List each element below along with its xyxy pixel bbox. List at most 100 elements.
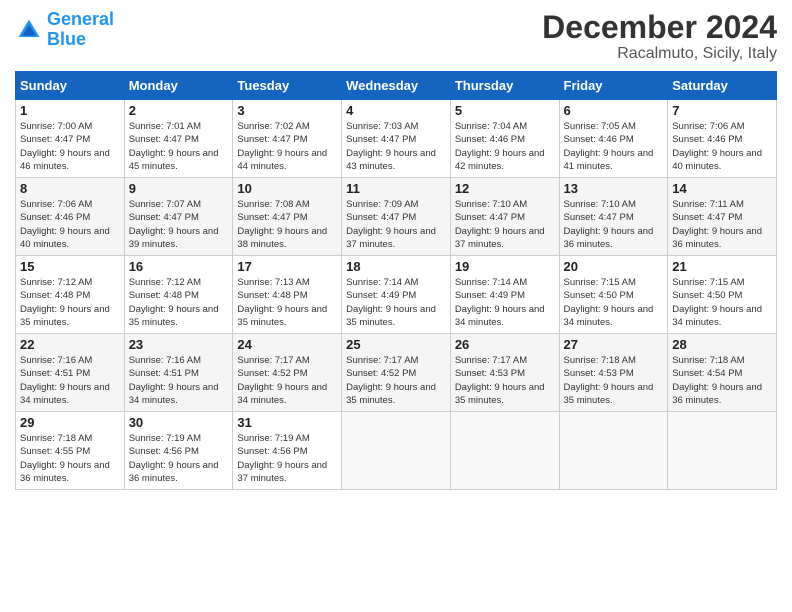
day-info: Sunrise: 7:11 AMSunset: 4:47 PMDaylight:… xyxy=(672,198,772,251)
day-number: 25 xyxy=(346,337,446,352)
calendar-header-row: SundayMondayTuesdayWednesdayThursdayFrid… xyxy=(16,72,777,100)
page-header: General Blue December 2024 Racalmuto, Si… xyxy=(15,10,777,63)
calendar-cell xyxy=(559,412,668,490)
col-header-wednesday: Wednesday xyxy=(342,72,451,100)
calendar-cell: 26 Sunrise: 7:17 AMSunset: 4:53 PMDayligh… xyxy=(450,334,559,412)
calendar-cell: 20 Sunrise: 7:15 AMSunset: 4:50 PMDayligh… xyxy=(559,256,668,334)
day-info: Sunrise: 7:07 AMSunset: 4:47 PMDaylight:… xyxy=(129,198,229,251)
day-number: 2 xyxy=(129,103,229,118)
calendar-cell xyxy=(342,412,451,490)
col-header-tuesday: Tuesday xyxy=(233,72,342,100)
day-info: Sunrise: 7:00 AMSunset: 4:47 PMDaylight:… xyxy=(20,120,120,173)
day-number: 15 xyxy=(20,259,120,274)
calendar-cell: 5 Sunrise: 7:04 AMSunset: 4:46 PMDaylight… xyxy=(450,100,559,178)
calendar-cell: 12Sunrise: 7:10 AMSunset: 4:47 PMDayligh… xyxy=(450,178,559,256)
col-header-saturday: Saturday xyxy=(668,72,777,100)
day-number: 23 xyxy=(129,337,229,352)
logo-text: General Blue xyxy=(47,10,114,50)
day-info: Sunrise: 7:18 AMSunset: 4:53 PMDaylight:… xyxy=(564,354,664,407)
day-info: Sunrise: 7:18 AMSunset: 4:55 PMDaylight:… xyxy=(20,432,120,485)
day-info: Sunrise: 7:17 AMSunset: 4:52 PMDaylight:… xyxy=(237,354,337,407)
location-title: Racalmuto, Sicily, Italy xyxy=(542,45,777,63)
calendar-table: SundayMondayTuesdayWednesdayThursdayFrid… xyxy=(15,71,777,490)
calendar-cell: 27 Sunrise: 7:18 AMSunset: 4:53 PMDayligh… xyxy=(559,334,668,412)
calendar-cell: 19Sunrise: 7:14 AMSunset: 4:49 PMDayligh… xyxy=(450,256,559,334)
day-number: 6 xyxy=(564,103,664,118)
day-info: Sunrise: 7:14 AMSunset: 4:49 PMDaylight:… xyxy=(455,276,555,329)
day-number: 28 xyxy=(672,337,772,352)
calendar-cell: 17 Sunrise: 7:13 AMSunset: 4:48 PMDayligh… xyxy=(233,256,342,334)
day-number: 31 xyxy=(237,415,337,430)
day-info: Sunrise: 7:18 AMSunset: 4:54 PMDaylight:… xyxy=(672,354,772,407)
calendar-cell: 14Sunrise: 7:11 AMSunset: 4:47 PMDayligh… xyxy=(668,178,777,256)
calendar-cell: 1 Sunrise: 7:00 AMSunset: 4:47 PMDaylight… xyxy=(16,100,125,178)
day-number: 29 xyxy=(20,415,120,430)
day-number: 24 xyxy=(237,337,337,352)
day-number: 10 xyxy=(237,181,337,196)
day-info: Sunrise: 7:16 AMSunset: 4:51 PMDaylight:… xyxy=(129,354,229,407)
day-info: Sunrise: 7:15 AMSunset: 4:50 PMDaylight:… xyxy=(564,276,664,329)
calendar-cell: 18Sunrise: 7:14 AMSunset: 4:49 PMDayligh… xyxy=(342,256,451,334)
calendar-cell: 22Sunrise: 7:16 AMSunset: 4:51 PMDayligh… xyxy=(16,334,125,412)
day-number: 27 xyxy=(564,337,664,352)
calendar-cell: 28 Sunrise: 7:18 AMSunset: 4:54 PMDayligh… xyxy=(668,334,777,412)
calendar-cell: 24 Sunrise: 7:17 AMSunset: 4:52 PMDayligh… xyxy=(233,334,342,412)
day-number: 8 xyxy=(20,181,120,196)
calendar-cell: 2 Sunrise: 7:01 AMSunset: 4:47 PMDaylight… xyxy=(124,100,233,178)
day-number: 3 xyxy=(237,103,337,118)
day-info: Sunrise: 7:15 AMSunset: 4:50 PMDaylight:… xyxy=(672,276,772,329)
day-info: Sunrise: 7:02 AMSunset: 4:47 PMDaylight:… xyxy=(237,120,337,173)
day-number: 12 xyxy=(455,181,555,196)
day-number: 11 xyxy=(346,181,446,196)
calendar-cell: 8Sunrise: 7:06 AMSunset: 4:46 PMDaylight… xyxy=(16,178,125,256)
day-info: Sunrise: 7:17 AMSunset: 4:53 PMDaylight:… xyxy=(455,354,555,407)
day-number: 21 xyxy=(672,259,772,274)
month-title: December 2024 xyxy=(542,10,777,45)
col-header-monday: Monday xyxy=(124,72,233,100)
day-number: 30 xyxy=(129,415,229,430)
day-info: Sunrise: 7:03 AMSunset: 4:47 PMDaylight:… xyxy=(346,120,446,173)
col-header-sunday: Sunday xyxy=(16,72,125,100)
day-number: 7 xyxy=(672,103,772,118)
calendar-cell: 30Sunrise: 7:19 AMSunset: 4:56 PMDayligh… xyxy=(124,412,233,490)
day-number: 20 xyxy=(564,259,664,274)
calendar-cell: 4 Sunrise: 7:03 AMSunset: 4:47 PMDaylight… xyxy=(342,100,451,178)
calendar-week-row: 22 Sunrise: 7:16 AMSunset: 4:51 PMDayligh… xyxy=(16,334,777,412)
day-number: 5 xyxy=(455,103,555,118)
day-info: Sunrise: 7:13 AMSunset: 4:48 PMDaylight:… xyxy=(237,276,337,329)
calendar-cell: 13Sunrise: 7:10 AMSunset: 4:47 PMDayligh… xyxy=(559,178,668,256)
day-number: 4 xyxy=(346,103,446,118)
calendar-cell: 11 Sunrise: 7:09 AMSunset: 4:47 PMDayligh… xyxy=(342,178,451,256)
col-header-friday: Friday xyxy=(559,72,668,100)
day-number: 26 xyxy=(455,337,555,352)
calendar-week-row: 15 Sunrise: 7:12 AMSunset: 4:48 PMDayligh… xyxy=(16,256,777,334)
day-info: Sunrise: 7:12 AMSunset: 4:48 PMDaylight:… xyxy=(20,276,120,329)
day-info: Sunrise: 7:17 AMSunset: 4:52 PMDaylight:… xyxy=(346,354,446,407)
day-info: Sunrise: 7:06 AMSunset: 4:46 PMDaylight:… xyxy=(672,120,772,173)
day-info: Sunrise: 7:04 AMSunset: 4:46 PMDaylight:… xyxy=(455,120,555,173)
day-number: 17 xyxy=(237,259,337,274)
calendar-cell: 21 Sunrise: 7:15 AMSunset: 4:50 PMDayligh… xyxy=(668,256,777,334)
logo-line2: Blue xyxy=(47,29,86,49)
calendar-cell: 9 Sunrise: 7:07 AMSunset: 4:47 PMDaylight… xyxy=(124,178,233,256)
title-block: December 2024 Racalmuto, Sicily, Italy xyxy=(542,10,777,63)
day-info: Sunrise: 7:14 AMSunset: 4:49 PMDaylight:… xyxy=(346,276,446,329)
calendar-cell: 25 Sunrise: 7:17 AMSunset: 4:52 PMDayligh… xyxy=(342,334,451,412)
calendar-week-row: 8Sunrise: 7:06 AMSunset: 4:46 PMDaylight… xyxy=(16,178,777,256)
day-info: Sunrise: 7:08 AMSunset: 4:47 PMDaylight:… xyxy=(237,198,337,251)
calendar-cell: 16Sunrise: 7:12 AMSunset: 4:48 PMDayligh… xyxy=(124,256,233,334)
calendar-cell xyxy=(668,412,777,490)
calendar-week-row: 29 Sunrise: 7:18 AMSunset: 4:55 PMDayligh… xyxy=(16,412,777,490)
day-info: Sunrise: 7:09 AMSunset: 4:47 PMDaylight:… xyxy=(346,198,446,251)
day-info: Sunrise: 7:01 AMSunset: 4:47 PMDaylight:… xyxy=(129,120,229,173)
day-number: 22 xyxy=(20,337,120,352)
day-info: Sunrise: 7:12 AMSunset: 4:48 PMDaylight:… xyxy=(129,276,229,329)
calendar-cell: 15 Sunrise: 7:12 AMSunset: 4:48 PMDayligh… xyxy=(16,256,125,334)
calendar-cell: 23 Sunrise: 7:16 AMSunset: 4:51 PMDayligh… xyxy=(124,334,233,412)
day-number: 9 xyxy=(129,181,229,196)
day-number: 1 xyxy=(20,103,120,118)
col-header-thursday: Thursday xyxy=(450,72,559,100)
day-info: Sunrise: 7:05 AMSunset: 4:46 PMDaylight:… xyxy=(564,120,664,173)
logo-line1: General xyxy=(47,9,114,29)
calendar-cell: 6 Sunrise: 7:05 AMSunset: 4:46 PMDaylight… xyxy=(559,100,668,178)
